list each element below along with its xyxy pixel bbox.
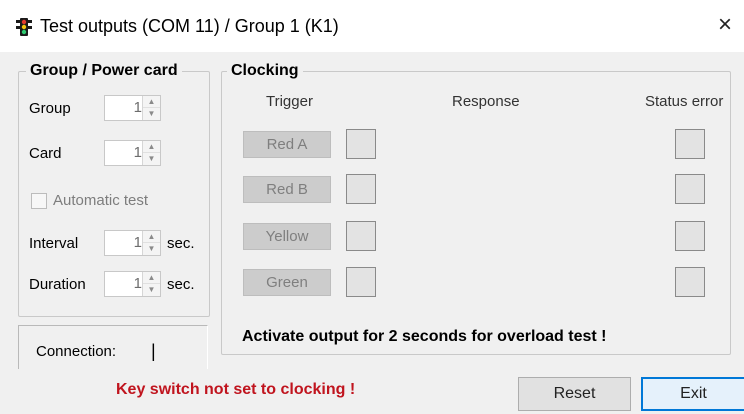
interval-value: 1 xyxy=(133,234,142,251)
spin-up-icon[interactable]: ▲ xyxy=(143,231,160,243)
response-indicator-yellow xyxy=(346,221,376,251)
response-column-header: Response xyxy=(452,93,520,110)
trigger-column-header: Trigger xyxy=(266,93,313,110)
interval-spinner[interactable]: 1 ▲ ▼ xyxy=(104,230,161,256)
overload-test-note: Activate output for 2 seconds for overlo… xyxy=(242,328,607,345)
trigger-button-red-b[interactable]: Red B xyxy=(243,176,331,203)
status-error-indicator-red-b xyxy=(675,174,705,204)
interval-label: Interval xyxy=(29,235,79,252)
response-indicator-red-b xyxy=(346,174,376,204)
interval-unit: sec. xyxy=(167,235,195,252)
window-title: Test outputs (COM 11) / Group 1 (K1) xyxy=(40,16,339,36)
card-spinner[interactable]: 1 ▲ ▼ xyxy=(104,140,161,166)
status-error-indicator-yellow xyxy=(675,221,705,251)
spin-up-icon[interactable]: ▲ xyxy=(143,141,160,153)
reset-button[interactable]: Reset xyxy=(518,377,631,411)
group-power-card-legend: Group / Power card xyxy=(26,62,182,80)
trigger-button-green[interactable]: Green xyxy=(243,269,331,296)
group-label: Group xyxy=(29,100,71,117)
automatic-test-checkbox[interactable] xyxy=(31,193,47,209)
response-indicator-red-a xyxy=(346,129,376,159)
status-error-indicator-green xyxy=(675,267,705,297)
connection-value: | xyxy=(151,341,156,361)
spin-down-icon[interactable]: ▼ xyxy=(143,243,160,255)
title-bar: Test outputs (COM 11) / Group 1 (K1) × xyxy=(0,0,744,52)
group-spinner[interactable]: 1 ▲ ▼ xyxy=(104,95,161,121)
exit-button[interactable]: Exit xyxy=(641,377,744,411)
card-label: Card xyxy=(29,145,62,162)
clocking-legend: Clocking xyxy=(227,62,303,80)
status-error-column-header: Status error xyxy=(645,93,724,110)
response-indicator-green xyxy=(346,267,376,297)
status-error-indicator-red-a xyxy=(675,129,705,159)
traffic-light-icon xyxy=(16,18,32,36)
duration-spinner[interactable]: 1 ▲ ▼ xyxy=(104,271,161,297)
card-value: 1 xyxy=(133,144,142,161)
group-value: 1 xyxy=(133,99,142,116)
spin-down-icon[interactable]: ▼ xyxy=(143,284,160,296)
duration-unit: sec. xyxy=(167,276,195,293)
automatic-test-label: Automatic test xyxy=(53,192,149,209)
spin-down-icon[interactable]: ▼ xyxy=(143,108,160,120)
clocking-frame xyxy=(221,71,731,355)
spin-up-icon[interactable]: ▲ xyxy=(143,272,160,284)
key-switch-warning: Key switch not set to clocking ! xyxy=(116,381,356,398)
spin-down-icon[interactable]: ▼ xyxy=(143,153,160,165)
spin-up-icon[interactable]: ▲ xyxy=(143,96,160,108)
close-button[interactable]: × xyxy=(712,12,738,38)
duration-label: Duration xyxy=(29,276,86,293)
connection-label: Connection: xyxy=(36,343,117,360)
duration-value: 1 xyxy=(133,275,142,292)
trigger-button-red-a[interactable]: Red A xyxy=(243,131,331,158)
trigger-button-yellow[interactable]: Yellow xyxy=(243,223,331,250)
